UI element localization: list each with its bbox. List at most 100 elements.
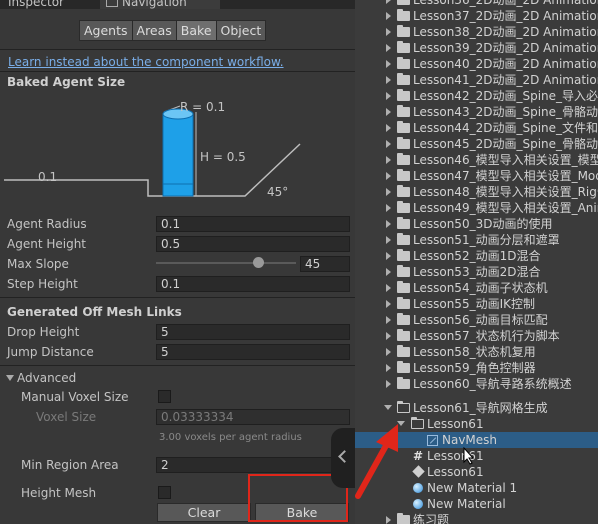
expand-arrow-icon[interactable] <box>386 332 391 340</box>
tree-item-folder[interactable]: Lesson40_2D动画_2D Animation <box>355 56 598 72</box>
tree-item-folder[interactable]: Lesson58_状态机复用 <box>355 344 598 360</box>
expand-arrow-icon[interactable] <box>386 28 391 36</box>
expand-arrow-icon[interactable] <box>386 300 391 308</box>
navmesh-asset-icon <box>427 435 438 446</box>
expand-arrow-icon[interactable] <box>386 252 391 260</box>
folder-icon <box>397 121 410 133</box>
manual-voxel-size-label: Manual Voxel Size <box>21 390 129 404</box>
areas-tab-button[interactable]: Areas <box>131 20 177 41</box>
folder-icon <box>397 185 410 197</box>
jump-distance-field[interactable]: 5 <box>156 344 350 360</box>
tree-item-label: Lesson48_模型导入相关设置_Rig骨 <box>413 185 598 199</box>
expand-arrow-icon[interactable] <box>386 156 391 164</box>
csharp-script-icon: # <box>413 449 424 463</box>
tab-inspector[interactable]: Inspector <box>8 0 64 9</box>
tree-item-folder[interactable]: Lesson47_模型导入相关设置_Mod <box>355 168 598 184</box>
expand-arrow-icon[interactable] <box>386 92 391 100</box>
advanced-foldout-label[interactable]: Advanced <box>17 371 76 385</box>
object-tab-button[interactable]: Object <box>215 20 267 41</box>
folder-icon <box>397 0 410 5</box>
voxel-size-label: Voxel Size <box>36 410 97 424</box>
min-region-area-field[interactable]: 2 <box>156 457 350 473</box>
expand-arrow-icon[interactable] <box>386 44 391 52</box>
drop-height-field[interactable]: 5 <box>156 324 350 340</box>
tree-item-folder[interactable]: Lesson56_动画目标匹配 <box>355 312 598 328</box>
expand-arrow-icon[interactable] <box>386 0 391 4</box>
tree-item-lesson61-folder[interactable]: Lesson61_导航网格生成 <box>355 400 598 416</box>
tree-item-folder[interactable]: Lesson55_动画IK控制 <box>355 296 598 312</box>
expand-arrow-icon[interactable] <box>386 268 391 276</box>
divider <box>0 365 355 366</box>
tab-navigation[interactable]: Navigation <box>100 0 220 9</box>
tree-item-label: Lesson50_3D动画的使用 <box>413 217 553 231</box>
tree-item-label: Lesson61 <box>427 417 484 431</box>
tree-item-folder[interactable]: Lesson49_模型导入相关设置_Anim <box>355 200 598 216</box>
tree-item-exercises[interactable]: 练习题 <box>355 512 598 524</box>
max-slope-field[interactable]: 45 <box>300 256 350 272</box>
voxel-size-hint: 3.00 voxels per agent radius <box>159 432 302 443</box>
tree-item-folder[interactable]: Lesson53_动画2D混合 <box>355 264 598 280</box>
expand-arrow-icon[interactable] <box>386 348 391 356</box>
divider <box>0 49 355 50</box>
diagram-step-label: 0.1 <box>38 170 58 184</box>
manual-voxel-size-checkbox[interactable] <box>158 390 171 403</box>
folder-icon <box>397 249 410 261</box>
expand-arrow-icon[interactable] <box>386 76 391 84</box>
tree-item-folder[interactable]: Lesson36_2D动画_2D Animation单 <box>355 0 598 8</box>
diagram-slope-label: 45° <box>267 185 289 199</box>
expand-arrow-icon[interactable] <box>386 236 391 244</box>
tree-item-label: Lesson61 <box>427 465 484 479</box>
folder-icon <box>397 25 410 37</box>
max-slope-slider-handle[interactable] <box>253 257 264 268</box>
tree-item-folder[interactable]: Lesson38_2D动画_2D Animation图 <box>355 24 598 40</box>
tree-item-folder[interactable]: Lesson52_动画1D混合 <box>355 248 598 264</box>
tree-item-folder[interactable]: Lesson50_3D动画的使用 <box>355 216 598 232</box>
tree-item-folder[interactable]: Lesson39_2D动画_2D Animation图 <box>355 40 598 56</box>
component-workflow-link[interactable]: Learn instead about the component workfl… <box>8 55 284 69</box>
tree-item-folder[interactable]: Lesson45_2D动画_Spine_骨骼动画 <box>355 136 598 152</box>
tree-item-folder[interactable]: Lesson46_模型导入相关设置_模型 <box>355 152 598 168</box>
expand-arrow-icon[interactable] <box>386 516 391 524</box>
expand-arrow-icon[interactable] <box>386 364 391 372</box>
expand-arrow-icon[interactable] <box>386 220 391 228</box>
folder-icon <box>397 153 410 165</box>
step-height-field[interactable]: 0.1 <box>156 276 350 292</box>
expand-arrow-icon[interactable] <box>384 405 392 410</box>
bake-tab-button[interactable]: Bake <box>175 20 217 41</box>
tree-item-folder[interactable]: Lesson51_动画分层和遮罩 <box>355 232 598 248</box>
folder-icon <box>397 361 410 373</box>
agent-height-field[interactable]: 0.5 <box>156 236 350 252</box>
expand-arrow-icon[interactable] <box>386 12 391 20</box>
expand-arrow-icon[interactable] <box>386 140 391 148</box>
folder-icon <box>397 57 410 69</box>
expand-arrow-icon[interactable] <box>386 108 391 116</box>
expand-arrow-icon[interactable] <box>386 124 391 132</box>
tree-item-folder[interactable]: Lesson60_导航寻路系统概述 <box>355 376 598 392</box>
tree-item-folder[interactable]: Lesson44_2D动画_Spine_文件和编 <box>355 120 598 136</box>
divider <box>0 71 355 72</box>
expand-arrow-icon[interactable] <box>386 188 391 196</box>
tree-item-folder[interactable]: Lesson57_状态机行为脚本 <box>355 328 598 344</box>
tree-item-folder[interactable]: Lesson59_角色控制器 <box>355 360 598 376</box>
expand-arrow-icon[interactable] <box>386 284 391 292</box>
tree-item-folder[interactable]: Lesson48_模型导入相关设置_Rig骨 <box>355 184 598 200</box>
tree-item-folder[interactable]: Lesson37_2D动画_2D Animation图 <box>355 8 598 24</box>
expand-arrow-icon[interactable] <box>386 172 391 180</box>
tree-item-folder[interactable]: Lesson42_2D动画_Spine_导入必 <box>355 88 598 104</box>
max-slope-slider-track[interactable] <box>156 262 296 264</box>
tab-navigation-label: Navigation <box>122 0 187 9</box>
tree-item-label: Lesson61 <box>427 449 484 463</box>
height-mesh-checkbox[interactable] <box>158 486 171 499</box>
clear-button[interactable]: Clear <box>157 503 251 522</box>
tree-item-folder[interactable]: Lesson43_2D动画_Spine_骨骼动画 <box>355 104 598 120</box>
tree-item-folder[interactable]: Lesson54_动画子状态机 <box>355 280 598 296</box>
expand-arrow-icon[interactable] <box>386 60 391 68</box>
agents-tab-button[interactable]: Agents <box>79 20 133 41</box>
expand-arrow-icon[interactable] <box>386 204 391 212</box>
advanced-foldout-arrow[interactable] <box>6 375 14 381</box>
agent-radius-field[interactable]: 0.1 <box>156 216 350 232</box>
expand-arrow-icon[interactable] <box>386 316 391 324</box>
tree-item-label: New Material <box>427 497 506 511</box>
tree-item-folder[interactable]: Lesson41_2D动画_2D Animation <box>355 72 598 88</box>
expand-arrow-icon[interactable] <box>386 380 391 388</box>
